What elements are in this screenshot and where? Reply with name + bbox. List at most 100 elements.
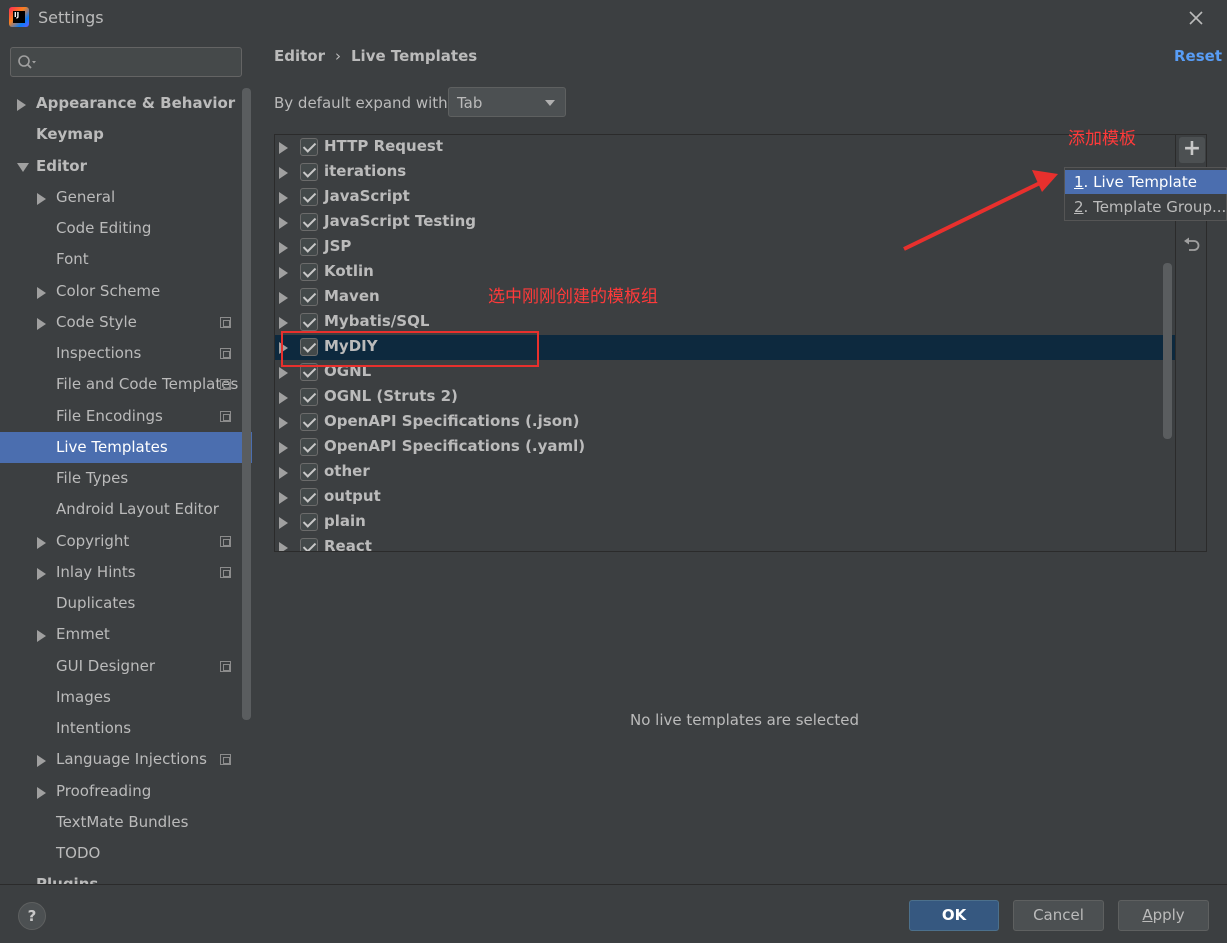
sidebar-item-label: TextMate Bundles	[56, 812, 189, 831]
sidebar-item-code-editing[interactable]: Code Editing	[0, 213, 240, 244]
sidebar-item-copyright[interactable]: Copyright	[0, 526, 240, 557]
sidebar-item-live-templates[interactable]: Live Templates	[0, 431, 252, 463]
template-group-row[interactable]: JSP	[275, 235, 1175, 260]
sidebar-item-file-and-code-templates[interactable]: File and Code Templates	[0, 369, 240, 400]
template-group-row[interactable]: Maven	[275, 285, 1175, 310]
chevron-right-icon[interactable]	[279, 317, 288, 329]
chevron-right-icon[interactable]	[37, 317, 46, 330]
add-button[interactable]: +	[1179, 137, 1205, 163]
chevron-right-icon[interactable]	[37, 567, 46, 580]
chevron-right-icon[interactable]	[279, 392, 288, 404]
sidebar-item-textmate-bundles[interactable]: TextMate Bundles	[0, 807, 240, 838]
sidebar-item-font[interactable]: Font	[0, 244, 240, 275]
chevron-down-icon[interactable]	[17, 162, 29, 172]
chevron-right-icon[interactable]	[279, 467, 288, 479]
sidebar-item-plugins[interactable]: Plugins	[0, 869, 240, 884]
template-group-row[interactable]: JavaScript Testing	[275, 210, 1175, 235]
expand-with-select[interactable]: Tab	[448, 87, 566, 117]
sidebar-item-editor[interactable]: Editor	[0, 151, 240, 182]
sidebar-item-proofreading[interactable]: Proofreading	[0, 776, 240, 807]
template-group-checkbox[interactable]	[300, 238, 318, 256]
sidebar-item-code-style[interactable]: Code Style	[0, 307, 240, 338]
chevron-right-icon[interactable]	[37, 786, 46, 799]
sidebar-item-emmet[interactable]: Emmet	[0, 619, 240, 650]
chevron-right-icon[interactable]	[37, 286, 46, 299]
popup-item-live-template[interactable]: 1. Live Template	[1065, 170, 1227, 194]
chevron-right-icon[interactable]	[279, 167, 288, 179]
chevron-right-icon[interactable]	[279, 292, 288, 304]
template-group-checkbox[interactable]	[300, 263, 318, 281]
chevron-right-icon[interactable]	[279, 442, 288, 454]
help-button[interactable]: ?	[18, 902, 46, 930]
project-scope-icon	[220, 754, 231, 766]
chevron-right-icon[interactable]	[279, 192, 288, 204]
template-list-scrollbar[interactable]	[1163, 263, 1172, 439]
reset-link[interactable]: Reset	[1174, 47, 1222, 65]
sidebar-item-android-layout-editor[interactable]: Android Layout Editor	[0, 494, 240, 525]
sidebar-item-gui-designer[interactable]: GUI Designer	[0, 651, 240, 682]
apply-button[interactable]: Apply	[1118, 900, 1209, 931]
template-group-checkbox[interactable]	[300, 188, 318, 206]
template-group-row[interactable]: output	[275, 485, 1175, 510]
template-group-checkbox[interactable]	[300, 463, 318, 481]
template-group-checkbox[interactable]	[300, 413, 318, 431]
sidebar-item-language-injections[interactable]: Language Injections	[0, 744, 240, 775]
chevron-right-icon[interactable]	[279, 217, 288, 229]
chevron-right-icon[interactable]	[279, 417, 288, 429]
template-group-row[interactable]: HTTP Request	[275, 135, 1175, 160]
template-group-row[interactable]: Kotlin	[275, 260, 1175, 285]
chevron-right-icon[interactable]	[37, 536, 46, 549]
sidebar-item-inlay-hints[interactable]: Inlay Hints	[0, 557, 240, 588]
sidebar-item-intentions[interactable]: Intentions	[0, 713, 240, 744]
cancel-button[interactable]: Cancel	[1013, 900, 1104, 931]
template-group-checkbox[interactable]	[300, 388, 318, 406]
sidebar-item-inspections[interactable]: Inspections	[0, 338, 240, 369]
chevron-right-icon[interactable]	[279, 242, 288, 254]
template-group-row[interactable]: OpenAPI Specifications (.yaml)	[275, 435, 1175, 460]
sidebar-item-todo[interactable]: TODO	[0, 838, 240, 869]
template-group-row[interactable]: JavaScript	[275, 185, 1175, 210]
ok-button[interactable]: OK	[909, 900, 999, 931]
project-scope-icon	[220, 316, 231, 328]
popup-item-template-group[interactable]: 2. Template Group...	[1065, 195, 1227, 219]
chevron-right-icon[interactable]	[37, 630, 46, 643]
sidebar-scrollbar[interactable]	[242, 88, 251, 720]
template-group-checkbox[interactable]	[300, 513, 318, 531]
sidebar-item-file-encodings[interactable]: File Encodings	[0, 401, 240, 432]
sidebar-item-color-scheme[interactable]: Color Scheme	[0, 276, 240, 307]
template-group-row[interactable]: OGNL (Struts 2)	[275, 385, 1175, 410]
sidebar-item-file-types[interactable]: File Types	[0, 463, 240, 494]
template-group-checkbox[interactable]	[300, 438, 318, 456]
template-group-checkbox[interactable]	[300, 313, 318, 331]
template-group-row[interactable]: other	[275, 460, 1175, 485]
chevron-right-icon[interactable]	[279, 267, 288, 279]
chevron-right-icon[interactable]	[279, 517, 288, 529]
template-group-row[interactable]: iterations	[275, 160, 1175, 185]
template-group-checkbox[interactable]	[300, 138, 318, 156]
sidebar-item-general[interactable]: General	[0, 182, 240, 213]
chevron-right-icon[interactable]	[279, 542, 288, 551]
sidebar-item-appearance-behavior[interactable]: Appearance & Behavior	[0, 88, 240, 119]
undo-icon[interactable]	[1182, 235, 1202, 255]
template-group-row[interactable]: React	[275, 535, 1175, 551]
template-group-checkbox[interactable]	[300, 213, 318, 231]
sidebar-item-label: Plugins	[36, 869, 98, 884]
template-group-checkbox[interactable]	[300, 488, 318, 506]
breadcrumb-parent[interactable]: Editor	[274, 47, 325, 65]
template-group-checkbox[interactable]	[300, 163, 318, 181]
template-group-checkbox[interactable]	[300, 538, 318, 551]
close-icon[interactable]	[1186, 8, 1206, 28]
chevron-right-icon[interactable]	[279, 142, 288, 154]
chevron-right-icon[interactable]	[17, 99, 26, 111]
sidebar-item-keymap[interactable]: Keymap	[0, 119, 240, 150]
template-group-row[interactable]: OpenAPI Specifications (.json)	[275, 410, 1175, 435]
chevron-right-icon[interactable]	[279, 367, 288, 379]
chevron-right-icon[interactable]	[37, 192, 46, 205]
search-input[interactable]	[10, 47, 242, 77]
chevron-right-icon[interactable]	[279, 492, 288, 504]
chevron-right-icon[interactable]	[37, 755, 46, 768]
sidebar-item-duplicates[interactable]: Duplicates	[0, 588, 240, 619]
template-group-checkbox[interactable]	[300, 288, 318, 306]
sidebar-item-images[interactable]: Images	[0, 682, 240, 713]
template-group-row[interactable]: plain	[275, 510, 1175, 535]
